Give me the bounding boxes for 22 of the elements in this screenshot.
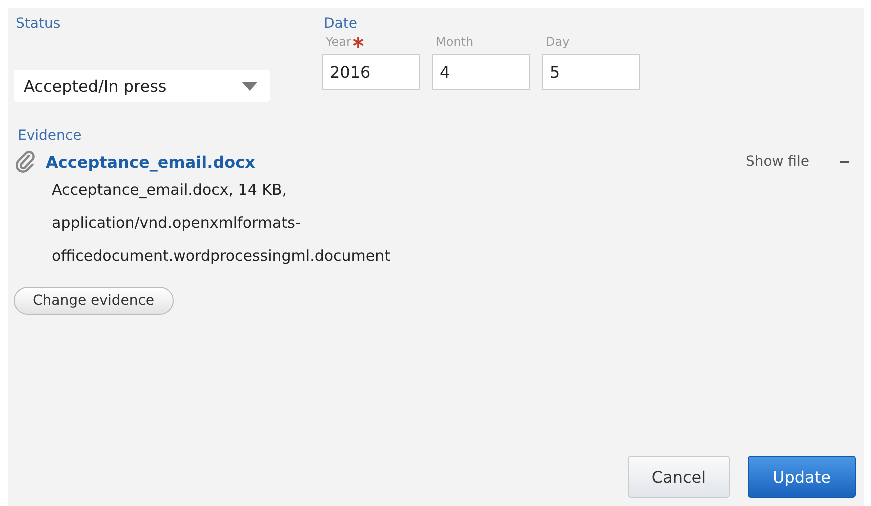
caret-icon	[242, 82, 258, 90]
date-label: Date	[324, 16, 358, 32]
date-input[interactable]: 2016	[322, 54, 420, 90]
paperclip-icon	[16, 151, 36, 173]
file-details-text: officedocument.wordprocessingml.document	[52, 246, 392, 267]
remove-button[interactable]: −	[819, 152, 856, 172]
update-button[interactable]: Update	[748, 456, 856, 498]
show-file-link[interactable]: Show file	[746, 154, 810, 170]
date-input[interactable]: 5	[542, 54, 640, 90]
evidence-label: Evidence	[18, 128, 82, 144]
date-part-label: Month	[436, 35, 474, 49]
change-evidence-button[interactable]: Change evidence	[14, 287, 174, 315]
file-details-text: application/vnd.openxmlformats-	[52, 213, 302, 234]
status-dropdown[interactable]: Accepted/In press	[14, 70, 270, 102]
file-details-text: Acceptance_email.docx, 14 KB,	[52, 180, 288, 201]
file-link[interactable]: Acceptance_email.docx	[46, 152, 256, 172]
status-label: Status	[16, 16, 61, 32]
date-part-label: Year	[326, 35, 352, 49]
required-icon	[353, 36, 364, 48]
cancel-button[interactable]: Cancel	[628, 456, 730, 498]
date-input[interactable]: 4	[432, 54, 530, 90]
date-part-label: Day	[546, 35, 570, 49]
